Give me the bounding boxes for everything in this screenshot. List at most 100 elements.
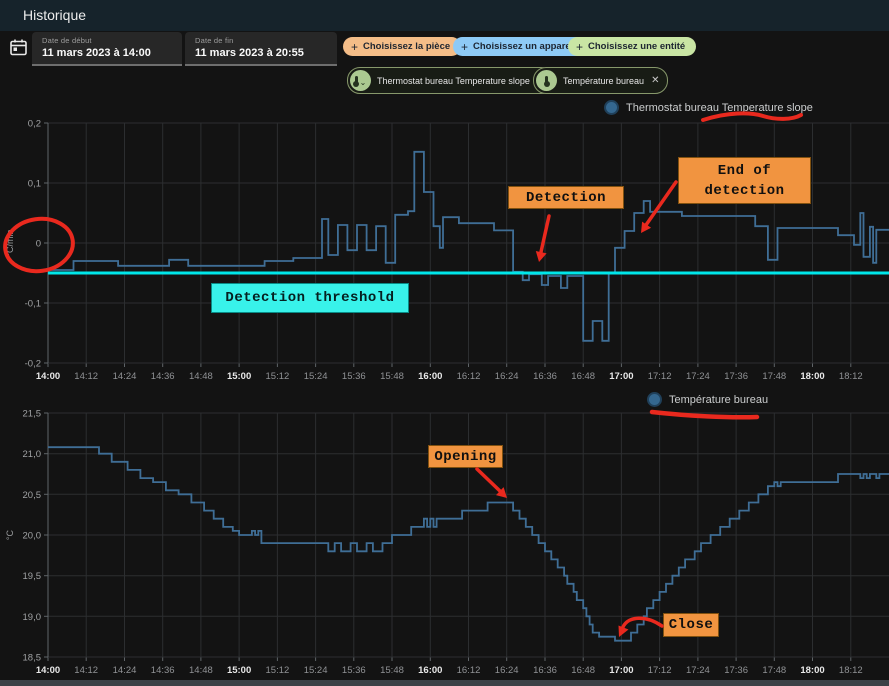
calendar-icon bbox=[9, 38, 28, 57]
annotation-end-of-detection: End of detection bbox=[678, 157, 811, 204]
svg-text:16:24: 16:24 bbox=[495, 665, 519, 676]
chevron-down-icon: ⌄ bbox=[360, 78, 367, 87]
svg-text:17:48: 17:48 bbox=[762, 665, 786, 676]
svg-text:-0,2: -0,2 bbox=[25, 359, 41, 370]
svg-text:18:12: 18:12 bbox=[839, 371, 863, 382]
choose-area-chip[interactable]: + Choisissez la pièce bbox=[343, 37, 461, 56]
annotation-detection: Detection bbox=[508, 186, 624, 209]
svg-text:0: 0 bbox=[36, 239, 41, 250]
svg-text:17:24: 17:24 bbox=[686, 665, 710, 676]
svg-text:20,0: 20,0 bbox=[23, 531, 42, 542]
choose-entity-label: Choisissez une entité bbox=[588, 41, 685, 52]
svg-text:16:12: 16:12 bbox=[457, 371, 481, 382]
date-start-field[interactable]: Date de début 11 mars 2023 à 14:00 bbox=[32, 32, 182, 66]
thermometer-icon: ⌄ bbox=[350, 70, 371, 91]
close-arrowhead bbox=[619, 626, 629, 638]
annotation-close: Close bbox=[663, 613, 719, 637]
add-icon: + bbox=[461, 40, 468, 54]
svg-text:17:12: 17:12 bbox=[648, 371, 672, 382]
svg-text:17:36: 17:36 bbox=[724, 665, 748, 676]
app-header: Historique bbox=[0, 0, 889, 31]
svg-text:16:24: 16:24 bbox=[495, 371, 519, 382]
svg-text:15:36: 15:36 bbox=[342, 665, 366, 676]
svg-text:15:00: 15:00 bbox=[227, 665, 251, 676]
svg-text:16:36: 16:36 bbox=[533, 665, 557, 676]
svg-text:-0,1: -0,1 bbox=[25, 299, 41, 310]
legend-dot-icon bbox=[604, 100, 619, 115]
close-arrow bbox=[623, 618, 662, 627]
zero-circle-annotation bbox=[2, 215, 77, 276]
svg-text:18,5: 18,5 bbox=[23, 653, 42, 664]
end-of-detection-arrowhead bbox=[641, 222, 651, 233]
close-icon[interactable]: ✕ bbox=[651, 75, 659, 86]
legend-label: Température bureau bbox=[669, 394, 768, 406]
entity-chip-temperature[interactable]: Température bureau ✕ bbox=[533, 67, 668, 94]
svg-text:17:48: 17:48 bbox=[762, 371, 786, 382]
date-end-field[interactable]: Date de fin 11 mars 2023 à 20:55 bbox=[185, 32, 337, 66]
svg-text:16:00: 16:00 bbox=[418, 371, 442, 382]
svg-text:14:36: 14:36 bbox=[151, 665, 175, 676]
svg-text:°C: °C bbox=[5, 529, 15, 540]
date-start-label: Date de début bbox=[42, 36, 182, 45]
choose-entity-chip[interactable]: + Choisissez une entité bbox=[568, 37, 696, 56]
svg-text:14:36: 14:36 bbox=[151, 371, 175, 382]
svg-text:14:12: 14:12 bbox=[74, 665, 98, 676]
svg-text:20,5: 20,5 bbox=[23, 490, 42, 501]
svg-text:14:24: 14:24 bbox=[113, 665, 137, 676]
entity-chip-thermostat-slope[interactable]: ⌄ Thermostat bureau Temperature slope ✕ bbox=[347, 67, 554, 94]
date-end-value: 11 mars 2023 à 20:55 bbox=[195, 47, 337, 59]
svg-text:15:12: 15:12 bbox=[266, 371, 290, 382]
horizontal-scrollbar[interactable] bbox=[0, 680, 889, 686]
svg-text:15:24: 15:24 bbox=[304, 371, 328, 382]
svg-text:18:00: 18:00 bbox=[800, 665, 824, 676]
svg-text:18:12: 18:12 bbox=[839, 665, 863, 676]
svg-text:0,1: 0,1 bbox=[28, 179, 41, 190]
detection-arrow bbox=[541, 216, 549, 252]
svg-text:14:00: 14:00 bbox=[36, 371, 60, 382]
svg-text:17:12: 17:12 bbox=[648, 665, 672, 676]
svg-text:14:24: 14:24 bbox=[113, 371, 137, 382]
svg-text:15:36: 15:36 bbox=[342, 371, 366, 382]
add-icon: + bbox=[576, 40, 583, 54]
legend-label: Thermostat bureau Temperature slope bbox=[626, 102, 813, 114]
svg-text:19,0: 19,0 bbox=[23, 612, 42, 623]
svg-text:18:00: 18:00 bbox=[800, 371, 824, 382]
legend-dot-icon bbox=[647, 392, 662, 407]
svg-text:15:12: 15:12 bbox=[266, 665, 290, 676]
page-title: Historique bbox=[23, 0, 86, 31]
opening-arrowhead bbox=[496, 487, 507, 498]
choose-device-label: Choisissez un appareil bbox=[473, 41, 576, 52]
svg-text:°C/min: °C/min bbox=[5, 229, 15, 256]
choose-area-label: Choisissez la pièce bbox=[363, 41, 450, 52]
svg-text:14:48: 14:48 bbox=[189, 665, 213, 676]
legend2-underline bbox=[652, 412, 757, 417]
annotation-detection-threshold: Detection threshold bbox=[211, 283, 409, 313]
entity-chip-label: Température bureau bbox=[563, 76, 644, 86]
thermometer-icon bbox=[536, 70, 557, 91]
date-end-label: Date de fin bbox=[195, 36, 337, 45]
entity-chip-label: Thermostat bureau Temperature slope bbox=[377, 76, 530, 86]
svg-text:14:12: 14:12 bbox=[74, 371, 98, 382]
svg-text:15:24: 15:24 bbox=[304, 665, 328, 676]
date-start-value: 11 mars 2023 à 14:00 bbox=[42, 47, 182, 59]
opening-arrow bbox=[477, 469, 501, 492]
svg-text:0,2: 0,2 bbox=[28, 119, 41, 130]
add-icon: + bbox=[351, 40, 358, 54]
svg-text:16:48: 16:48 bbox=[571, 665, 595, 676]
legend-temperature[interactable]: Température bureau bbox=[647, 392, 768, 407]
svg-text:14:00: 14:00 bbox=[36, 665, 60, 676]
svg-text:17:00: 17:00 bbox=[609, 665, 633, 676]
end-of-detection-arrow bbox=[646, 182, 676, 225]
svg-text:19,5: 19,5 bbox=[23, 571, 42, 582]
svg-text:16:00: 16:00 bbox=[418, 665, 442, 676]
svg-text:21,5: 21,5 bbox=[23, 409, 42, 420]
svg-text:17:36: 17:36 bbox=[724, 371, 748, 382]
choose-device-chip[interactable]: + Choisissez un appareil bbox=[453, 37, 587, 56]
detection-arrowhead bbox=[536, 251, 547, 262]
legend-thermostat-slope[interactable]: Thermostat bureau Temperature slope bbox=[604, 100, 813, 115]
svg-text:17:00: 17:00 bbox=[609, 371, 633, 382]
svg-text:15:48: 15:48 bbox=[380, 665, 404, 676]
svg-text:16:36: 16:36 bbox=[533, 371, 557, 382]
annotation-opening: Opening bbox=[428, 445, 503, 468]
svg-text:15:48: 15:48 bbox=[380, 371, 404, 382]
